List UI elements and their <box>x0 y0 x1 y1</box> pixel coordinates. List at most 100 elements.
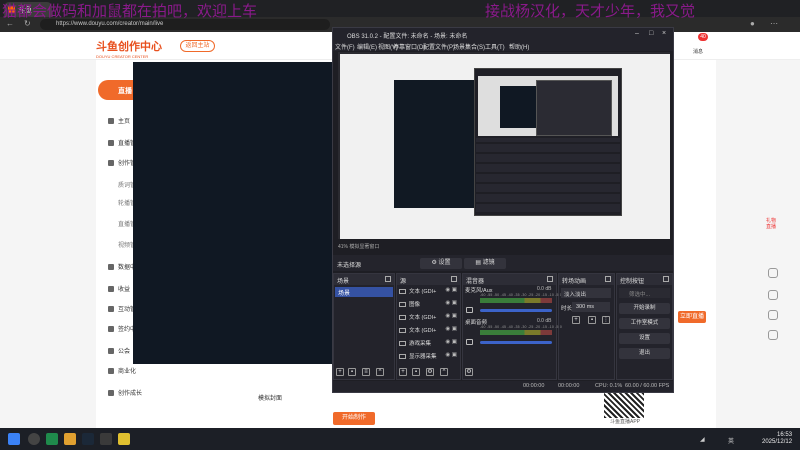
duration-input[interactable]: 300 ms <box>572 302 610 312</box>
start-production-button[interactable]: 开始制作 <box>333 412 375 425</box>
source-item[interactable]: 图像 ◉ ▣ <box>399 300 459 308</box>
clock-time: 16:53 <box>777 432 793 438</box>
gear-icon[interactable]: ⚙ <box>426 368 434 376</box>
control-button[interactable]: 开始录制 <box>619 303 670 314</box>
sidebar-item[interactable]: 收益 <box>108 284 130 293</box>
gift-label[interactable]: 礼物 直播 <box>766 218 776 230</box>
source-item[interactable]: 显示器采集 ◉ ▣ <box>399 352 459 360</box>
app-icon[interactable] <box>118 433 130 445</box>
filters-button[interactable]: ▤ 滤镜 <box>464 258 506 269</box>
visibility-lock-icon[interactable]: ◉ ▣ <box>445 287 457 293</box>
undock-icon[interactable] <box>547 276 553 282</box>
source-item[interactable]: 文本 (GDI+ ◉ ▣ <box>399 326 459 334</box>
chevron-up-icon[interactable]: ^ <box>440 368 448 376</box>
obs-taskbar-icon[interactable] <box>100 433 112 445</box>
minimize-icon[interactable]: – <box>635 30 639 37</box>
obs-menu-item[interactable]: 配置文件(P) <box>423 42 455 51</box>
scene-item[interactable]: 场景 <box>335 287 393 297</box>
language-indicator[interactable]: 英 <box>728 436 734 445</box>
preview-zoom-bar[interactable]: 41% 模拟显著窗口 <box>338 243 670 253</box>
obs-menu-item[interactable]: 场景集合(S) <box>453 42 485 51</box>
home-button[interactable]: 返回主站 <box>180 40 215 52</box>
speaker-icon[interactable] <box>466 307 473 313</box>
sidebar-item[interactable]: 数据中 <box>108 262 136 271</box>
more-icon[interactable]: ⋮ <box>602 316 610 324</box>
add-icon[interactable]: + <box>572 316 580 324</box>
preview-nested-docks <box>476 138 620 212</box>
profile-icon[interactable]: ● <box>750 19 755 28</box>
sidebar-item[interactable]: 直播管 <box>108 138 136 147</box>
trash-icon[interactable]: ▪ <box>412 368 420 376</box>
sidebar-item[interactable]: 创作成长 <box>108 388 142 397</box>
live-now-button[interactable]: 立即直播 <box>678 311 706 323</box>
sidebar-item[interactable]: 商业化 <box>108 366 136 375</box>
sidebar-item[interactable]: 创作管 <box>108 158 136 167</box>
clock[interactable]: 16:53 2025/12/12 <box>762 432 792 446</box>
speaker-icon[interactable]: ◢ <box>700 436 705 443</box>
obs-menu-item[interactable]: 停靠窗口(D) <box>393 42 425 51</box>
visibility-lock-icon[interactable]: ◉ ▣ <box>445 352 457 358</box>
visibility-lock-icon[interactable]: ◉ ▣ <box>445 313 457 319</box>
volume-slider[interactable] <box>480 309 552 312</box>
sidebar-item[interactable]: 签约中 <box>108 324 136 333</box>
start-icon[interactable] <box>8 433 20 445</box>
source-name: 文本 (GDI+ <box>409 289 437 295</box>
obs-menu-item[interactable]: 帮助(H) <box>509 42 529 51</box>
messages-label[interactable]: 消息 <box>693 48 703 55</box>
sidebar-item[interactable]: 公会 <box>108 346 130 355</box>
visibility-lock-icon[interactable]: ◉ ▣ <box>445 326 457 332</box>
add-scene-icon[interactable]: + <box>336 368 344 376</box>
undock-icon[interactable] <box>451 276 457 282</box>
steam-icon[interactable] <box>82 433 94 445</box>
control-button[interactable]: 退出 <box>619 348 670 359</box>
filter-icon[interactable]: ≡ <box>362 368 370 376</box>
properties-button[interactable]: ⚙ 设置 <box>420 258 462 269</box>
undock-icon[interactable] <box>605 276 611 282</box>
mixer-meter <box>480 298 552 303</box>
chat-icon[interactable] <box>768 310 778 320</box>
sidebar-item-icon <box>108 390 114 396</box>
trash-icon[interactable]: ▪ <box>588 316 596 324</box>
source-type-icon <box>399 354 406 359</box>
source-type-icon <box>399 289 406 294</box>
volume-slider[interactable] <box>480 341 552 344</box>
obs-menu-item[interactable]: 工具(T) <box>485 42 505 51</box>
trash-icon[interactable]: ▪ <box>348 368 356 376</box>
source-type-icon <box>399 328 406 333</box>
chevron-up-icon[interactable]: ^ <box>376 368 384 376</box>
sidebar-item-icon <box>108 264 114 270</box>
search-icon[interactable] <box>28 433 40 445</box>
mixer-meter <box>480 330 552 335</box>
site-logo[interactable]: 斗鱼创作中心 DOUYU CREATOR CENTER <box>96 38 162 59</box>
undock-icon[interactable] <box>385 276 391 282</box>
sidebar-item[interactable]: 互动管 <box>108 304 136 313</box>
control-button[interactable]: 设置 <box>619 333 670 344</box>
source-item[interactable]: 文本 (GDI+ ◉ ▣ <box>399 287 459 295</box>
logo-subtext: DOUYU CREATOR CENTER <box>96 54 149 59</box>
sidebar-item[interactable]: 主页 <box>108 116 130 125</box>
play-icon[interactable] <box>768 268 778 278</box>
source-item[interactable]: 文本 (GDI+ ◉ ▣ <box>399 313 459 321</box>
add-source-icon[interactable]: + <box>399 368 407 376</box>
controls-search[interactable]: 筛选中... <box>619 288 670 298</box>
undock-icon[interactable] <box>663 276 669 282</box>
clock-date: 2025/12/12 <box>762 439 793 445</box>
headset-icon[interactable] <box>768 330 778 340</box>
help-icon[interactable] <box>768 290 778 300</box>
obs-menu-item[interactable]: 编辑(E) <box>357 42 377 51</box>
speaker-icon[interactable] <box>466 339 473 345</box>
close-icon[interactable]: × <box>662 30 666 37</box>
visibility-lock-icon[interactable]: ◉ ▣ <box>445 300 457 306</box>
maximize-icon[interactable]: □ <box>649 30 653 37</box>
visibility-lock-icon[interactable]: ◉ ▣ <box>445 339 457 345</box>
files-icon[interactable] <box>64 433 76 445</box>
obs-menu-item[interactable]: 文件(F) <box>335 42 355 51</box>
control-button[interactable]: 工作室模式 <box>619 318 670 329</box>
scenes-dock-title: 场景 <box>337 279 350 285</box>
overlay-text-right: 接战杨汉化，天才少年，我又觉 <box>485 2 696 20</box>
transition-select[interactable]: 淡入淡出 <box>561 288 611 298</box>
mixer-settings-icon[interactable]: ⚙ <box>465 368 473 376</box>
menu-icon[interactable]: ⋯ <box>770 19 778 28</box>
source-item[interactable]: 游戏采集 ◉ ▣ <box>399 339 459 347</box>
browser-icon[interactable] <box>46 433 58 445</box>
